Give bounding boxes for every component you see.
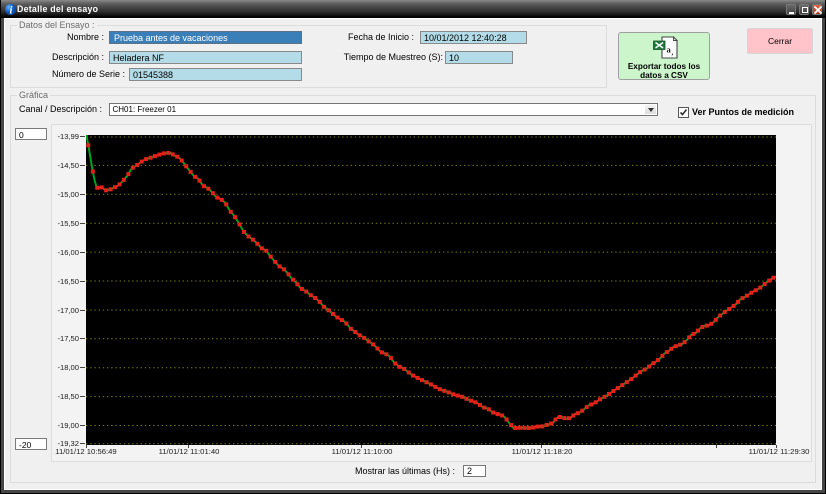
svg-text:i: i bbox=[10, 5, 13, 15]
